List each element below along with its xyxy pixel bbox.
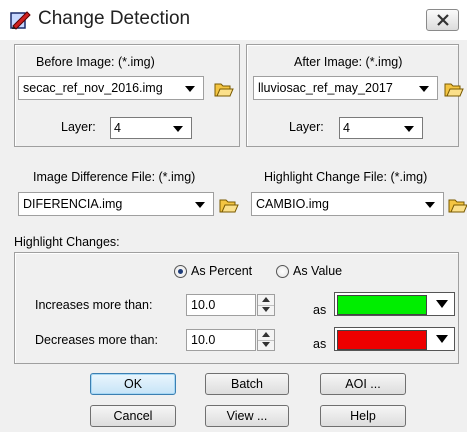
batch-button[interactable]: Batch bbox=[205, 373, 289, 395]
cancel-button[interactable]: Cancel bbox=[90, 405, 176, 427]
after-image-file: lluviosac_ref_may_2017 bbox=[258, 81, 393, 95]
chevron-down-icon bbox=[428, 293, 454, 315]
as-percent-radio[interactable] bbox=[174, 265, 187, 278]
chevron-down-icon bbox=[185, 86, 195, 92]
after-image-combo[interactable]: lluviosac_ref_may_2017 bbox=[253, 76, 438, 100]
ok-button[interactable]: OK bbox=[90, 373, 176, 395]
before-layer-select[interactable]: 4 bbox=[110, 117, 192, 139]
open-folder-icon[interactable] bbox=[444, 80, 464, 98]
increases-value-field[interactable]: 10.0 bbox=[186, 294, 256, 316]
chevron-down-icon bbox=[419, 86, 429, 92]
open-folder-icon[interactable] bbox=[214, 80, 234, 98]
as-percent-label[interactable]: As Percent bbox=[191, 264, 252, 278]
increases-spinner[interactable] bbox=[257, 294, 275, 316]
after-layer-value: 4 bbox=[343, 121, 350, 135]
highlight-file-name: CAMBIO.img bbox=[256, 197, 329, 211]
aoi-button[interactable]: AOI ... bbox=[320, 373, 406, 395]
after-image-label: After Image: (*.img) bbox=[294, 55, 403, 69]
decrease-color-picker[interactable] bbox=[334, 327, 455, 351]
difference-file-label: Image Difference File: (*.img) bbox=[33, 170, 196, 184]
highlight-file-label: Highlight Change File: (*.img) bbox=[264, 170, 428, 184]
decrease-color-swatch bbox=[337, 330, 427, 350]
spin-down-icon[interactable] bbox=[258, 305, 274, 315]
view-button[interactable]: View ... bbox=[205, 405, 289, 427]
after-layer-label: Layer: bbox=[289, 120, 324, 134]
increase-color-picker[interactable] bbox=[334, 292, 455, 316]
before-image-label: Before Image: (*.img) bbox=[36, 55, 155, 69]
before-image-combo[interactable]: secac_ref_nov_2016.img bbox=[18, 76, 204, 100]
increases-value: 10.0 bbox=[191, 298, 216, 312]
close-button[interactable] bbox=[426, 9, 459, 31]
help-button[interactable]: Help bbox=[320, 405, 406, 427]
spin-down-icon[interactable] bbox=[258, 340, 274, 350]
decreases-spinner[interactable] bbox=[257, 329, 275, 351]
increases-label: Increases more than: bbox=[35, 298, 153, 312]
close-icon bbox=[436, 14, 449, 26]
difference-file-combo[interactable]: DIFERENCIA.img bbox=[18, 192, 214, 216]
as-value-label[interactable]: As Value bbox=[293, 264, 342, 278]
open-folder-icon[interactable] bbox=[448, 196, 467, 214]
window-title: Change Detection bbox=[38, 8, 191, 29]
as-value-radio[interactable] bbox=[276, 265, 289, 278]
chevron-down-icon bbox=[425, 202, 435, 208]
highlight-changes-label: Highlight Changes: bbox=[14, 235, 120, 249]
decreases-as-label: as bbox=[313, 337, 327, 351]
difference-file-name: DIFERENCIA.img bbox=[23, 197, 123, 211]
increase-color-swatch bbox=[337, 295, 427, 315]
before-image-file: secac_ref_nov_2016.img bbox=[23, 81, 163, 95]
open-folder-icon[interactable] bbox=[219, 196, 239, 214]
chevron-down-icon bbox=[195, 202, 205, 208]
after-layer-select[interactable]: 4 bbox=[339, 117, 423, 139]
increases-as-label: as bbox=[313, 303, 327, 317]
before-layer-label: Layer: bbox=[61, 120, 96, 134]
change-detection-app-icon bbox=[10, 11, 31, 30]
chevron-down-icon bbox=[428, 328, 454, 350]
decreases-label: Decreases more than: bbox=[35, 333, 158, 347]
before-layer-value: 4 bbox=[114, 121, 121, 135]
decreases-value: 10.0 bbox=[191, 333, 216, 347]
decreases-value-field[interactable]: 10.0 bbox=[186, 329, 256, 351]
chevron-down-icon bbox=[173, 126, 183, 132]
highlight-file-combo[interactable]: CAMBIO.img bbox=[251, 192, 444, 216]
chevron-down-icon bbox=[404, 126, 414, 132]
